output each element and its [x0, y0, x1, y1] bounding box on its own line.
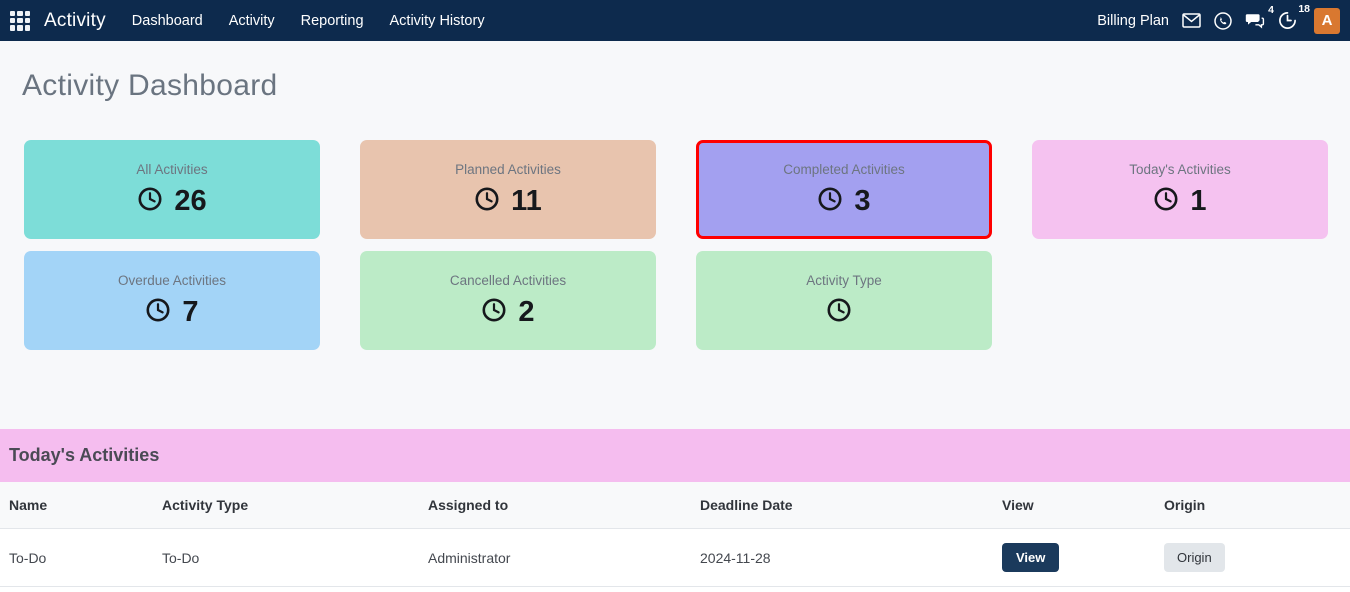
- clock-icon: [817, 186, 843, 218]
- grid-cell: [24, 17, 30, 24]
- top-navbar: Activity Dashboard Activity Reporting Ac…: [0, 0, 1350, 41]
- tile-title: Cancelled Activities: [449, 272, 567, 288]
- grid-cell: [24, 10, 30, 16]
- tile-overdue-activities[interactable]: Overdue Activities 7: [24, 251, 320, 350]
- tile-value-wrap: 26: [137, 185, 207, 218]
- cell-origin: Origin: [1164, 528, 1350, 587]
- tile-planned-activities[interactable]: Planned Activities 11: [360, 140, 656, 239]
- activity-timer-icon[interactable]: 18: [1278, 4, 1310, 30]
- table-body: To-Do To-Do Administrator 2024-11-28 Vie…: [0, 528, 1350, 587]
- nav-link-activity-history[interactable]: Activity History: [390, 13, 485, 29]
- tile-count: 2: [518, 296, 535, 328]
- tile-title: Today's Activities: [1129, 161, 1231, 177]
- mail-icon[interactable]: [1182, 13, 1201, 28]
- view-button[interactable]: View: [1002, 543, 1060, 572]
- brand-title[interactable]: Activity: [44, 10, 106, 32]
- tile-title: Activity Type: [806, 272, 882, 288]
- todays-activities-table: Name Activity Type Assigned to Deadline …: [0, 482, 1350, 587]
- tile-value-wrap: 7: [145, 296, 199, 329]
- cell-view: View: [1002, 528, 1164, 587]
- tile-title: Overdue Activities: [117, 272, 227, 288]
- tile-count: 1: [1190, 185, 1207, 217]
- table-row[interactable]: To-Do To-Do Administrator 2024-11-28 Vie…: [0, 528, 1350, 587]
- grid-cell: [24, 25, 30, 31]
- tile-title: Completed Activities: [783, 161, 905, 177]
- chat-icon[interactable]: 4: [1245, 5, 1274, 29]
- tile-count: 26: [174, 185, 207, 217]
- tile-todays-activities[interactable]: Today's Activities 1: [1032, 140, 1328, 239]
- clock-icon: [481, 297, 507, 329]
- tile-activity-type[interactable]: Activity Type: [696, 251, 992, 350]
- tile-value-wrap: 3: [817, 185, 871, 218]
- tile-count: 7: [182, 296, 199, 328]
- tile-column-2: Planned Activities 11 Cancelled Activiti…: [360, 140, 656, 350]
- tile-value-wrap: 2: [481, 296, 535, 329]
- tile-count: 3: [854, 185, 871, 217]
- clock-icon: [1153, 186, 1179, 218]
- grid-cell: [10, 25, 16, 31]
- cell-deadline-date: 2024-11-28: [700, 528, 1002, 587]
- origin-button[interactable]: Origin: [1164, 543, 1225, 572]
- cell-activity-type: To-Do: [162, 528, 428, 587]
- table-header-row: Name Activity Type Assigned to Deadline …: [0, 482, 1350, 529]
- nav-link-activity[interactable]: Activity: [229, 13, 275, 29]
- clock-icon: [137, 186, 163, 218]
- tile-value-wrap: 11: [474, 186, 542, 218]
- table-header: Name Activity Type Assigned to Deadline …: [0, 482, 1350, 529]
- whatsapp-icon[interactable]: [1214, 11, 1232, 30]
- tile-all-activities[interactable]: All Activities 26: [24, 140, 320, 239]
- tile-column-4: Today's Activities 1: [1032, 140, 1328, 350]
- tile-column-3: Completed Activities 3 Activity Type: [696, 140, 992, 350]
- dashboard-body: Activity Dashboard All Activities 26 Ove…: [0, 41, 1350, 429]
- avatar[interactable]: A: [1314, 7, 1340, 34]
- tile-column-1: All Activities 26 Overdue Activities 7: [24, 140, 320, 350]
- grid-apps-icon[interactable]: [10, 10, 30, 31]
- tile-cancelled-activities[interactable]: Cancelled Activities 2: [360, 251, 656, 350]
- grid-cell: [17, 17, 23, 24]
- tile-title: Planned Activities: [455, 161, 561, 177]
- nav-links: Dashboard Activity Reporting Activity Hi…: [132, 13, 485, 29]
- tile-count: 11: [511, 185, 542, 217]
- tile-value-wrap: [826, 297, 863, 329]
- activity-badge-count: 18: [1298, 3, 1310, 15]
- nav-link-reporting[interactable]: Reporting: [301, 13, 364, 29]
- grid-cell: [10, 17, 16, 24]
- cell-assigned-to: Administrator: [428, 528, 700, 587]
- column-header-origin[interactable]: Origin: [1164, 482, 1350, 529]
- grid-cell: [10, 10, 16, 16]
- cell-name: To-Do: [0, 528, 162, 587]
- column-header-name[interactable]: Name: [0, 482, 162, 529]
- nav-link-dashboard[interactable]: Dashboard: [132, 13, 203, 29]
- chat-badge-count: 4: [1268, 4, 1274, 16]
- billing-plan-link[interactable]: Billing Plan: [1097, 13, 1169, 29]
- navbar-right-tools: Billing Plan 4 18 A: [1097, 4, 1342, 34]
- tile-value-wrap: 1: [1153, 185, 1207, 218]
- tile-completed-activities[interactable]: Completed Activities 3: [696, 140, 992, 239]
- clock-icon: [474, 186, 500, 218]
- column-header-assigned-to[interactable]: Assigned to: [428, 482, 700, 529]
- column-header-deadline-date[interactable]: Deadline Date: [700, 482, 1002, 529]
- page-title: Activity Dashboard: [22, 69, 278, 102]
- section-heading-todays-activities: Today's Activities: [0, 429, 1350, 482]
- clock-icon: [826, 297, 852, 329]
- tile-title: All Activities: [136, 161, 208, 177]
- clock-icon: [145, 297, 171, 329]
- stat-tiles-grid: All Activities 26 Overdue Activities 7 P…: [0, 103, 1350, 350]
- column-header-activity-type[interactable]: Activity Type: [162, 482, 428, 529]
- grid-cell: [17, 10, 23, 16]
- column-header-view[interactable]: View: [1002, 482, 1164, 529]
- grid-cell: [17, 25, 23, 31]
